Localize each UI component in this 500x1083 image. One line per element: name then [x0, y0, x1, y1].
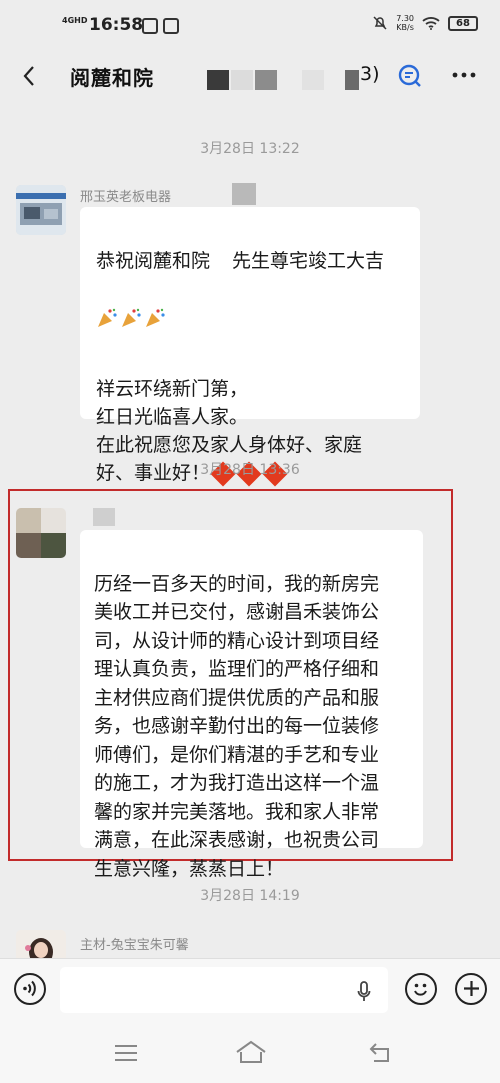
notification-icon — [142, 18, 158, 34]
back-arrow-icon[interactable] — [16, 62, 44, 90]
avatar[interactable] — [16, 930, 66, 958]
clock: 16:58 — [89, 15, 144, 35]
redacted-title-part — [231, 70, 253, 90]
net-speed-value: 7.30 — [396, 14, 414, 23]
message-timestamp: 3月28日 13:36 — [200, 462, 300, 478]
message-text: 历经一百多天的时间，我的新房完 美收工并已交付，感谢昌禾装饰公 司，从设计师的精… — [94, 572, 380, 880]
search-chat-icon[interactable] — [397, 63, 423, 89]
redacted-title-part — [345, 70, 359, 90]
more-icon[interactable] — [451, 60, 477, 97]
message-text: 先生尊宅竣工大吉 — [232, 250, 385, 272]
redacted-title-part — [207, 70, 229, 90]
avatar[interactable] — [16, 508, 66, 558]
network-indicator: 4GHD — [62, 16, 88, 25]
home-icon[interactable] — [235, 1040, 267, 1064]
wifi-icon — [422, 17, 440, 30]
chat-header: 阅麓和院 3) — [0, 50, 500, 104]
sender-name: 主材-兔宝宝朱可馨 — [80, 938, 189, 953]
net-speed-unit: KB/s — [396, 23, 414, 32]
status-right: 7.30 KB/s 68 — [372, 14, 478, 32]
member-count: 3) — [360, 63, 380, 85]
message-bubble[interactable]: 恭祝阅麓和院 先生尊宅竣工大吉 祥云环绕新门第， 红日光临喜人家。 在此祝愿您及家… — [80, 207, 420, 486]
redacted-title-part — [255, 70, 277, 90]
message-first-line: 恭祝阅麓和院 先生尊宅竣工大吉 — [96, 247, 404, 275]
redacted-name-part — [93, 508, 115, 526]
input-bar — [0, 958, 500, 1024]
avatar[interactable] — [16, 185, 66, 235]
nav-back-icon[interactable] — [368, 1041, 394, 1063]
redacted-name-part — [232, 183, 256, 205]
status-bar: 4GHD 16:58 7.30 KB/s 68 — [0, 0, 500, 50]
voice-input-icon[interactable] — [14, 973, 46, 1005]
battery-icon: 68 — [448, 15, 478, 31]
message-timestamp: 3月28日 13:22 — [200, 141, 300, 157]
party-popper-icon — [146, 308, 165, 327]
chat-title: 阅麓和院 — [70, 66, 154, 90]
redacted-title-part — [302, 70, 324, 90]
message-timestamp: 3月28日 14:19 — [200, 888, 300, 904]
emoji-icon[interactable] — [405, 973, 437, 1005]
system-nav-bar — [0, 1024, 500, 1083]
party-emojis — [96, 307, 166, 329]
net-speed: 7.30 KB/s — [396, 14, 414, 32]
mute-icon — [373, 16, 387, 30]
sim-icon — [163, 18, 179, 34]
menu-icon[interactable] — [114, 1044, 138, 1062]
plus-icon[interactable] — [455, 973, 487, 1005]
message-bubble[interactable]: 历经一百多天的时间，我的新房完 美收工并已交付，感谢昌禾装饰公 司，从设计师的精… — [80, 530, 423, 880]
message-input[interactable] — [60, 967, 388, 1013]
redacted-text — [210, 249, 233, 274]
message-text: 恭祝阅麓和院 — [96, 250, 211, 272]
mic-icon[interactable] — [357, 981, 371, 1003]
sender-name: 邢玉英老板电器 — [80, 190, 172, 205]
party-popper-icon — [98, 308, 117, 327]
party-popper-icon — [122, 308, 141, 327]
